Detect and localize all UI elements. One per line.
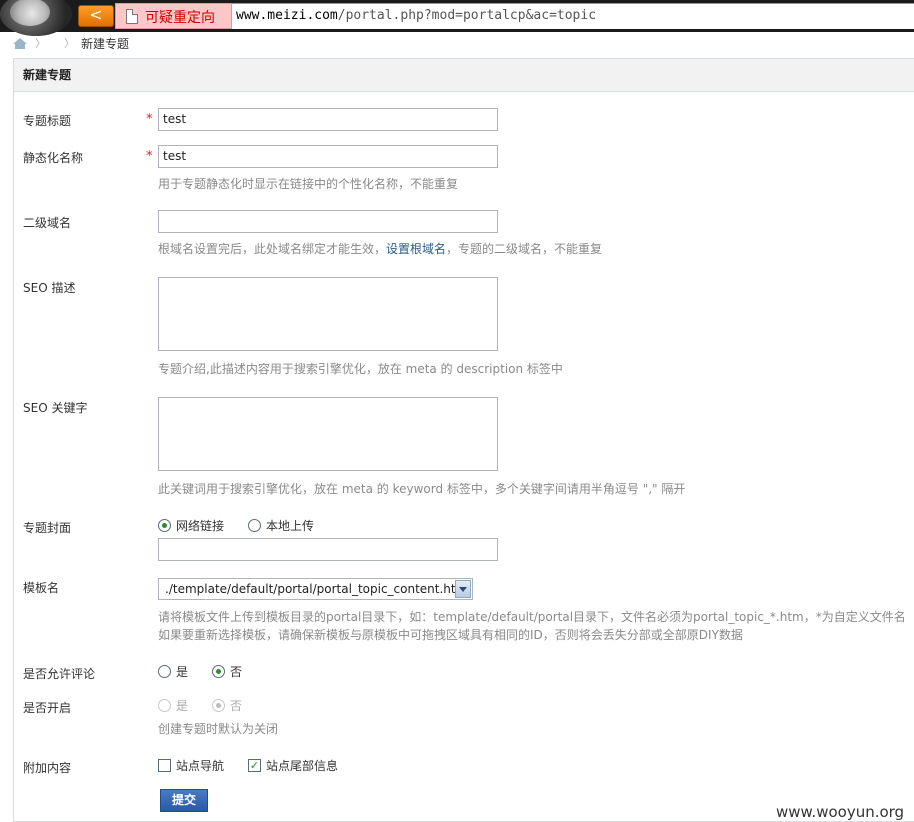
url-host: www.meizi.com <box>236 8 338 23</box>
seo-description-tip: 专题介绍,此描述内容用于搜索引擎优化，放在 meta 的 description… <box>158 362 563 376</box>
radio-disabled-selected-icon <box>212 699 225 712</box>
cover-url-input[interactable] <box>158 538 498 561</box>
set-root-domain-link[interactable]: 设置根域名 <box>386 242 446 256</box>
subdomain-label: 二级域名 <box>23 216 72 230</box>
breadcrumb-separator: 〉 <box>64 37 75 50</box>
browser-toolbar: < 可疑重定向 www.meizi.com/portal.php?mod=por… <box>0 0 914 36</box>
seo-keywords-tip: 此关键词用于搜索引擎优化，放在 meta 的 keyword 标签中，多个关键字… <box>158 482 686 496</box>
seo-keywords-label: SEO 关键字 <box>23 401 88 415</box>
allow-comment-no[interactable]: 否 <box>212 663 242 680</box>
url-path: /portal.php?mod=portalcp&ac=topic <box>337 8 597 23</box>
checkbox-icon[interactable] <box>158 759 171 772</box>
cover-option-url[interactable]: 网络链接 <box>158 517 224 534</box>
radio-selected-icon[interactable] <box>158 519 171 532</box>
checkbox-checked-icon[interactable]: ✓ <box>248 759 261 772</box>
submit-button[interactable]: 提交 <box>160 789 208 812</box>
enable-tip: 创建专题时默认为关闭 <box>158 722 279 736</box>
redirect-warning-label: 可疑重定向 <box>145 10 215 26</box>
subdomain-input[interactable] <box>158 210 498 233</box>
required-marker: * <box>146 112 153 127</box>
template-select-value: ./template/default/portal/portal_topic_c… <box>165 582 468 596</box>
watermark: www.wooyun.org <box>776 803 905 821</box>
allow-comment-label: 是否允许评论 <box>23 667 96 681</box>
panel-title: 新建专题 <box>14 59 914 92</box>
template-tip-line1: 请将模板文件上传到模板目录的portal目录下，如：template/defau… <box>158 610 906 624</box>
static-name-label: 静态化名称 <box>23 151 84 165</box>
static-name-input[interactable]: test <box>158 145 498 168</box>
browser-logo-icon <box>0 0 72 36</box>
breadcrumb-current: 新建专题 <box>81 36 130 51</box>
breadcrumb: 〉 〉 新建专题 <box>13 33 129 53</box>
back-button[interactable]: < <box>78 5 114 27</box>
home-icon[interactable] <box>13 37 27 49</box>
static-name-tip: 用于专题静态化时显示在链接中的个性化名称，不能重复 <box>158 177 459 191</box>
breadcrumb-separator: 〉 <box>35 37 46 50</box>
radio-selected-icon[interactable] <box>212 665 225 678</box>
redirect-warning[interactable]: 可疑重定向 <box>115 3 232 29</box>
extra-footer-option[interactable]: ✓ 站点尾部信息 <box>248 757 338 774</box>
template-label: 模板名 <box>23 581 60 595</box>
address-bar[interactable]: www.meizi.com/portal.php?mod=portalcp&ac… <box>232 3 914 29</box>
topic-title-input[interactable]: test <box>158 108 498 131</box>
seo-keywords-textarea[interactable] <box>158 397 498 471</box>
allow-comment-yes[interactable]: 是 <box>158 663 188 680</box>
radio-icon[interactable] <box>248 519 261 532</box>
template-tip-line2: 如果要重新选择模板，请确保新模板与原模板中可拖拽区域具有相同的ID，否则将会丢失… <box>158 628 743 642</box>
enable-yes: 是 <box>158 697 188 714</box>
enable-no: 否 <box>212 697 242 714</box>
radio-icon[interactable] <box>158 665 171 678</box>
template-select[interactable]: ./template/default/portal/portal_topic_c… <box>158 578 473 600</box>
enable-label: 是否开启 <box>23 701 72 715</box>
extra-content-label: 附加内容 <box>23 761 72 775</box>
topic-title-label: 专题标题 <box>23 114 72 128</box>
subdomain-tip: 根域名设置完后，此处域名绑定才能生效，设置根域名，专题的二级域名，不能重复 <box>158 242 603 256</box>
extra-nav-option[interactable]: 站点导航 <box>158 757 224 774</box>
radio-disabled-icon <box>158 699 171 712</box>
chevron-down-icon[interactable] <box>455 580 471 598</box>
page-icon <box>126 9 138 24</box>
seo-description-textarea[interactable] <box>158 277 498 351</box>
cover-option-local[interactable]: 本地上传 <box>248 517 314 534</box>
required-marker: * <box>146 149 153 164</box>
seo-description-label: SEO 描述 <box>23 281 76 295</box>
cover-label: 专题封面 <box>23 521 72 535</box>
